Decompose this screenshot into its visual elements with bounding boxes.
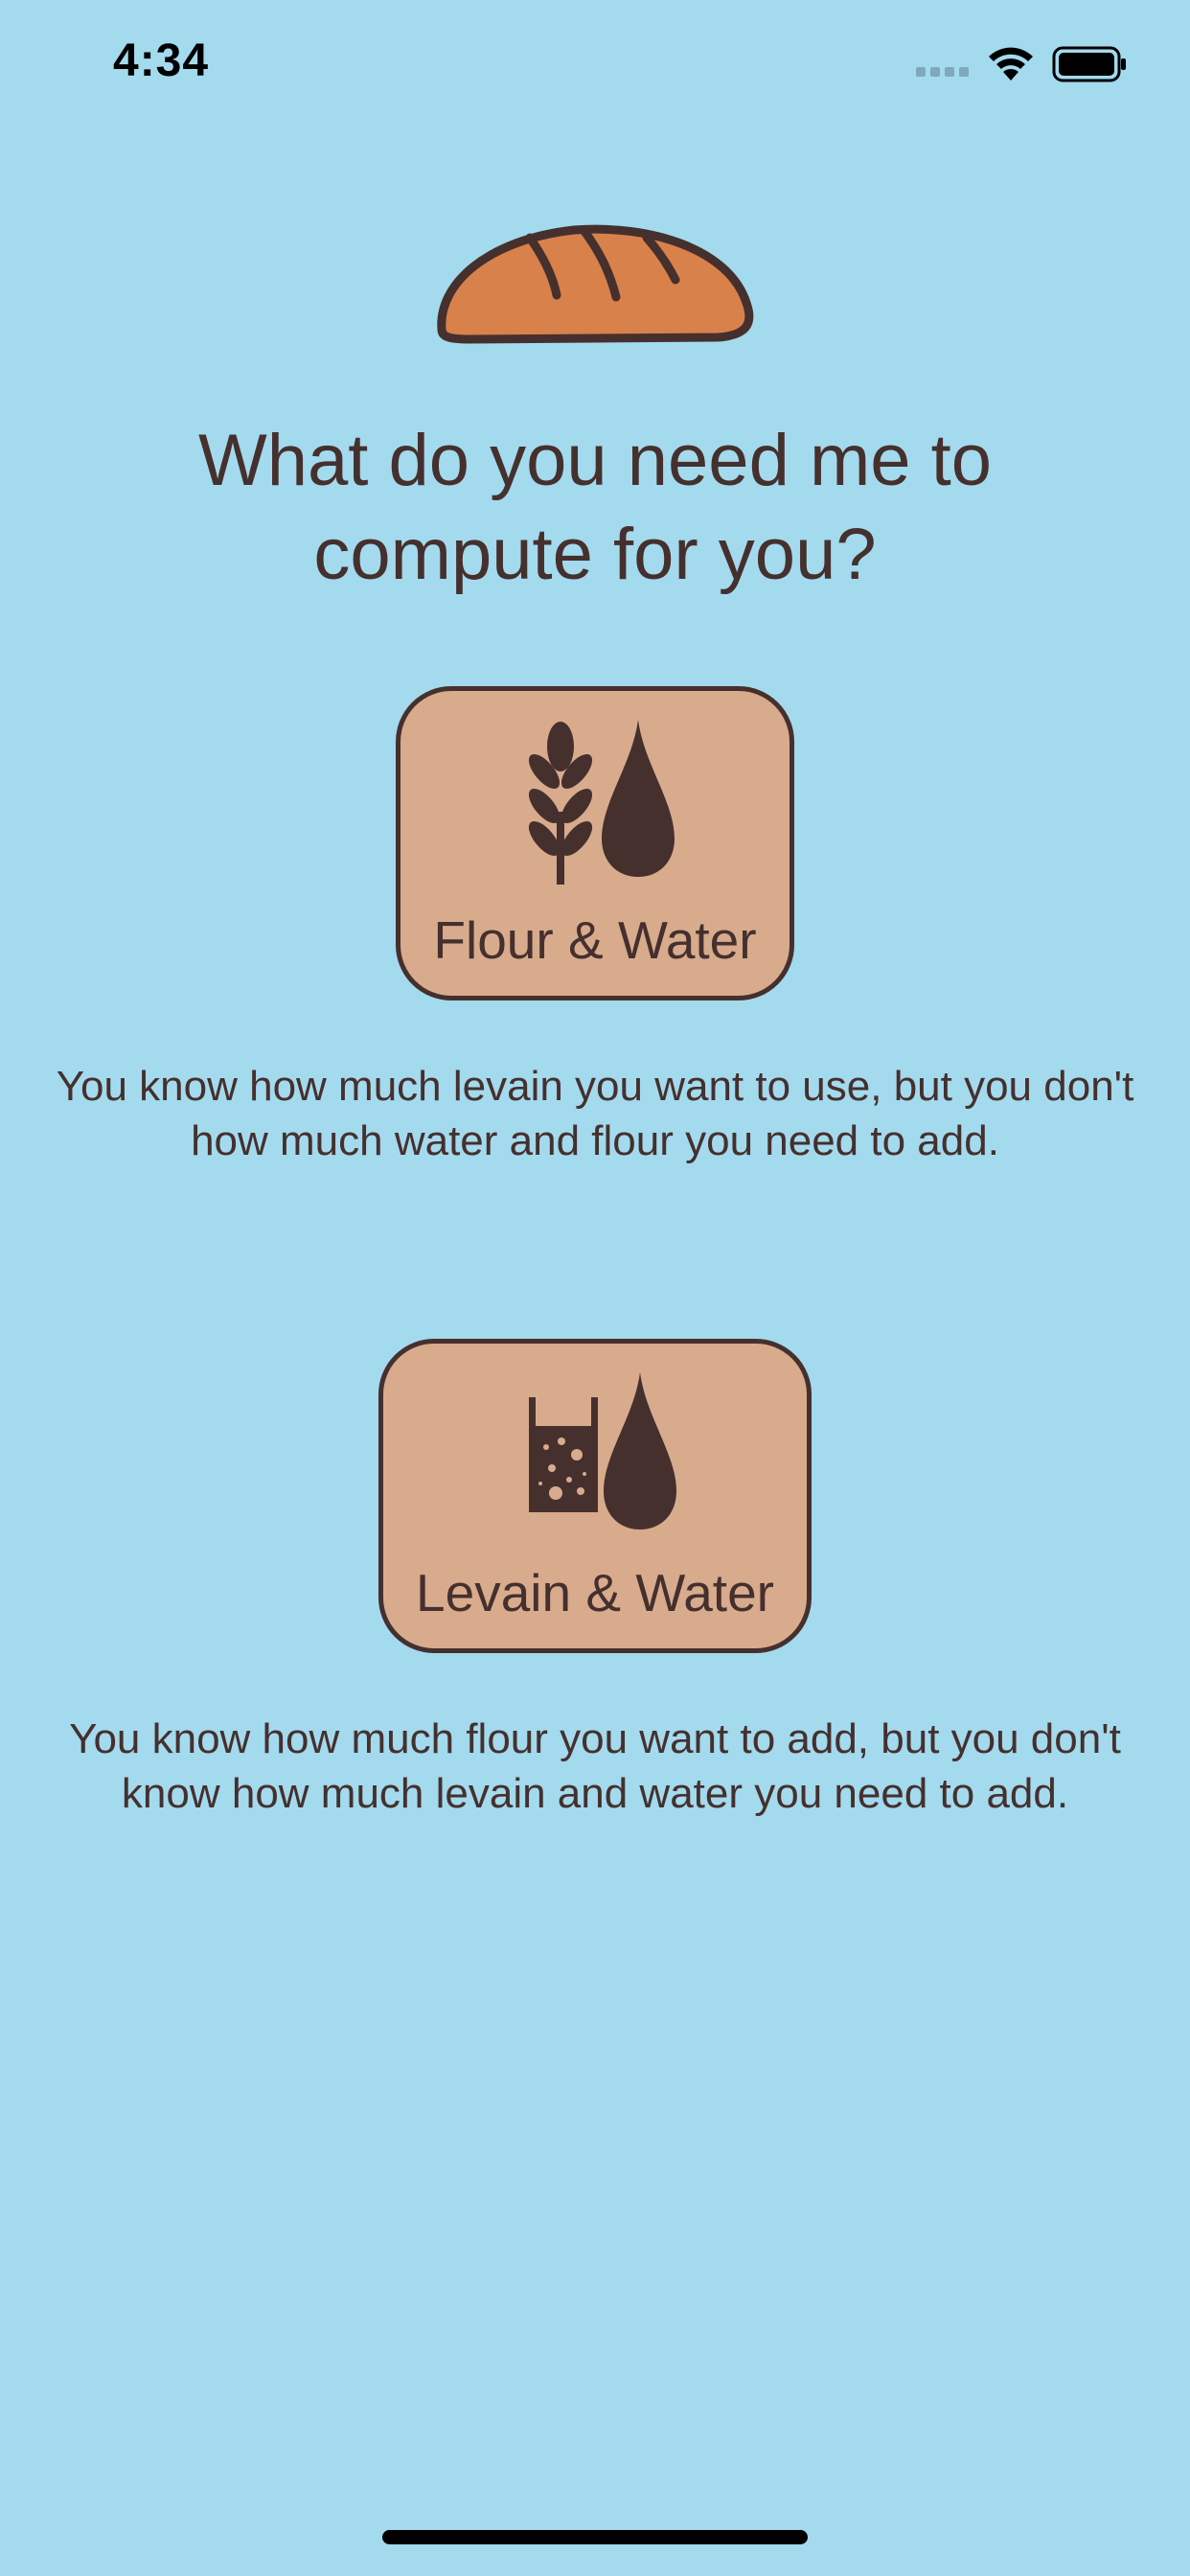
levain-and-water-description: You know how much flour you want to add,… [69,1715,1121,1817]
page-title: What do you need me to compute for you? [197,420,993,595]
levain-and-water-label: Levain & Water [416,1563,774,1622]
battery-icon [1052,46,1126,82]
cellular-signal-icon [916,67,969,77]
levain-and-water-button[interactable]: Levain & Water [378,1339,812,1653]
wheat-and-water-drop-icon [528,720,675,885]
flour-and-water-description: You know how much levain you want to use… [56,1063,1134,1164]
bread-loaf-icon [437,224,754,344]
levain-jar-and-water-drop-icon [529,1372,676,1530]
flour-and-water-button[interactable]: Flour & Water [396,686,794,1000]
home-indicator[interactable] [382,2530,808,2544]
status-bar: 4:34 [0,0,1190,126]
wifi-icon [989,47,1033,80]
flour-and-water-label: Flour & Water [433,910,757,970]
status-time: 4:34 [113,35,210,86]
